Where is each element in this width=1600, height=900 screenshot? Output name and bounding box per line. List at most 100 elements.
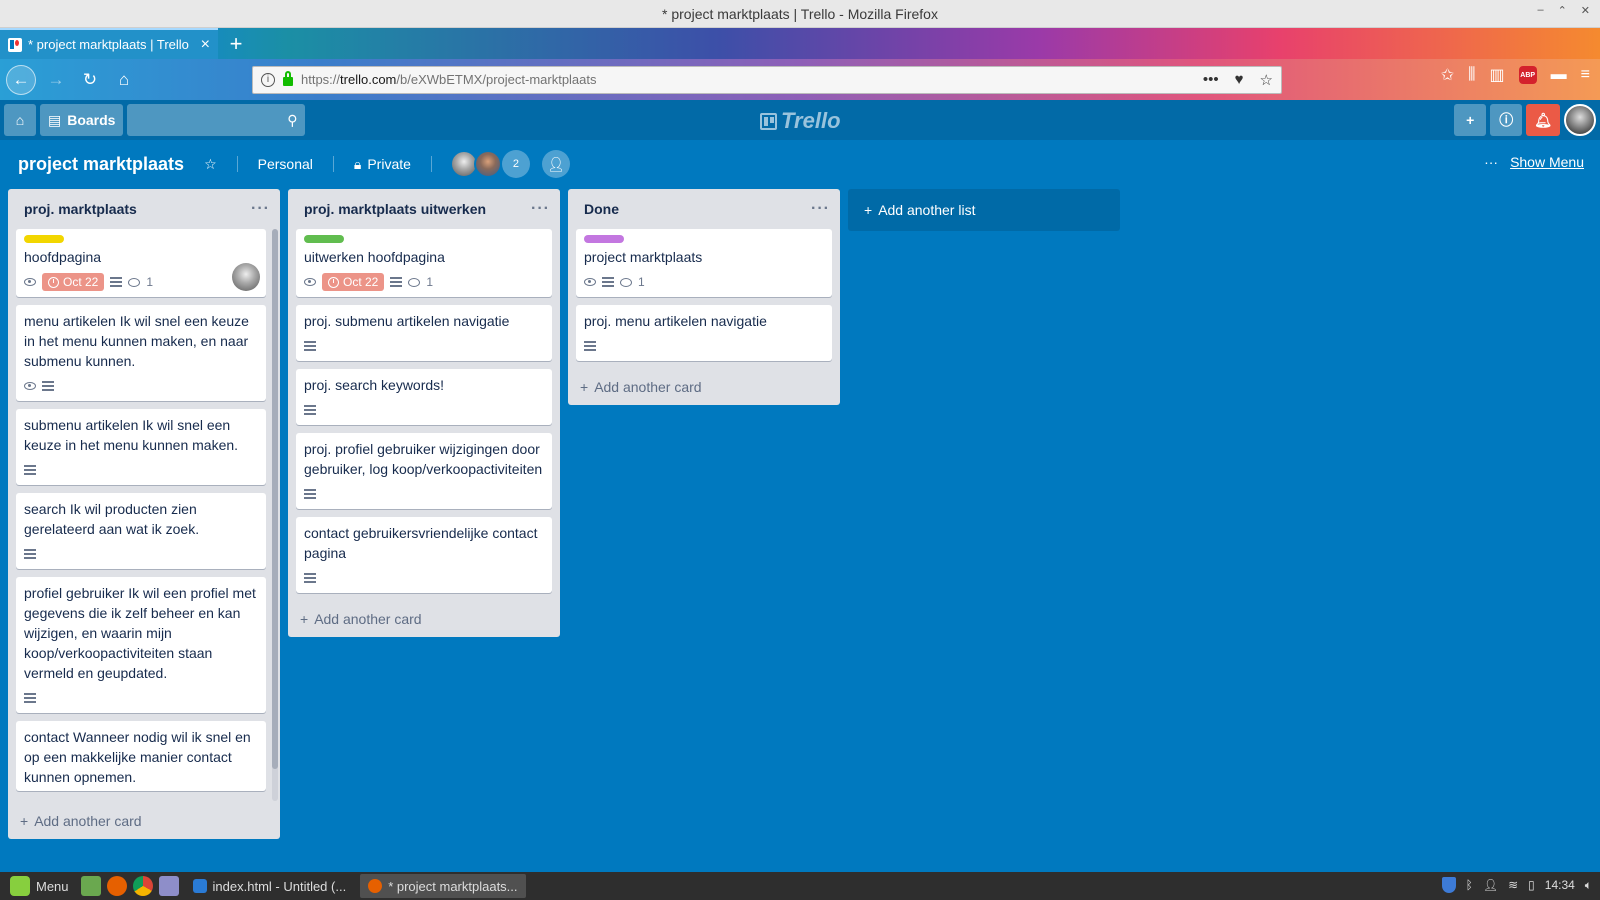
card[interactable]: proj. profiel gebruiker wijzigingen door…	[296, 433, 552, 509]
url-bar-actions: ••• ♥ ☆	[1203, 71, 1273, 89]
shield-icon[interactable]	[1441, 877, 1456, 893]
url-text[interactable]: https://trello.com/b/eXWbETMX/project-ma…	[301, 72, 1195, 87]
due-date-badge[interactable]: Oct 22	[42, 273, 105, 291]
card[interactable]: search Ik wil producten zien gerelateerd…	[16, 493, 266, 569]
files-app-icon[interactable]	[80, 876, 101, 896]
scrollbar-thumb[interactable]	[272, 229, 278, 769]
pocket-icon[interactable]: ♥	[1235, 71, 1244, 89]
user-icon[interactable]: 👤︎	[1483, 878, 1498, 892]
chrome-app-icon[interactable]	[132, 876, 153, 896]
system-tray: ᛒ 👤︎ ≋ ▯ 14:34 🔈︎	[1441, 877, 1592, 893]
card[interactable]: hoofdpagina Oct 22 1	[16, 229, 266, 297]
bookmarks-star-icon[interactable]: ✩	[1441, 65, 1454, 85]
volume-icon[interactable]: 🔈︎	[1585, 878, 1592, 893]
card-title: profiel gebruiker Ik wil een profiel met…	[24, 585, 256, 681]
library-icon[interactable]: ⫼	[1468, 66, 1475, 84]
maximize-icon[interactable]: ⌃	[1558, 4, 1567, 17]
back-arrow-icon[interactable]: ←	[6, 64, 36, 95]
list-title[interactable]: proj. marktplaats uitwerken	[304, 201, 486, 217]
card[interactable]: proj. submenu artikelen navigatie	[296, 305, 552, 361]
card-title: submenu artikelen Ik wil snel een keuze …	[24, 417, 239, 453]
invite-member-button[interactable]: 👤︎	[541, 150, 570, 178]
trello-logo[interactable]: Trello	[760, 108, 841, 134]
taskbar-window-firefox[interactable]: * project marktplaats...	[360, 874, 526, 898]
trello-favicon-icon	[8, 37, 22, 52]
card[interactable]: proj. search keywords!	[296, 369, 552, 425]
page-actions-icon[interactable]: •••	[1203, 71, 1219, 89]
list-menu-icon[interactable]: ···	[251, 200, 270, 218]
board-title[interactable]: project marktplaats	[18, 154, 184, 175]
search-icon[interactable]: ⚲	[287, 112, 297, 129]
taskbar-window-vscode[interactable]: index.html - Untitled (...	[185, 874, 355, 898]
description-icon	[304, 405, 316, 415]
team-button[interactable]: Personal	[250, 149, 321, 179]
due-date-badge[interactable]: Oct 22	[322, 273, 385, 291]
new-tab-button[interactable]: +	[218, 28, 254, 59]
add-card-button[interactable]: + Add another card	[288, 601, 560, 637]
member-count-badge[interactable]: 2	[501, 150, 530, 178]
list-title[interactable]: Done	[584, 201, 619, 217]
hamburger-menu-icon[interactable]: ≡	[1581, 66, 1590, 84]
sidebar-icon[interactable]: ▥	[1490, 65, 1505, 85]
home-icon[interactable]: ⌂	[110, 66, 138, 94]
create-button[interactable]: +	[1454, 104, 1487, 136]
browser-tab[interactable]: * project marktplaats | Trello ×	[0, 28, 218, 59]
search-input[interactable]: ⚲	[127, 104, 306, 136]
notifications-button[interactable]: 🔔︎	[1526, 104, 1560, 136]
card[interactable]: project marktplaats 1	[576, 229, 832, 297]
adblock-plus-icon[interactable]: ABP	[1518, 66, 1537, 84]
add-list-button[interactable]: + Add another list	[848, 189, 1120, 231]
card[interactable]: uitwerken hoofdpagina Oct 22 1	[296, 229, 552, 297]
list-header[interactable]: Done ···	[568, 189, 840, 229]
show-menu-button[interactable]: ··· Show Menu	[1484, 154, 1584, 170]
list-menu-icon[interactable]: ···	[811, 200, 830, 218]
card[interactable]: submenu artikelen Ik wil snel een keuze …	[16, 409, 266, 485]
card[interactable]: menu artikelen Ik wil snel een keuze in …	[16, 305, 266, 401]
card-title: proj. profiel gebruiker wijzigingen door…	[304, 441, 543, 477]
close-window-icon[interactable]: ✕	[1581, 4, 1590, 17]
list-header[interactable]: proj. marktplaats ···	[8, 189, 280, 229]
list-header[interactable]: proj. marktplaats uitwerken ···	[288, 189, 560, 229]
list-scrollbar[interactable]	[272, 229, 278, 801]
user-avatar[interactable]	[1564, 104, 1596, 136]
card[interactable]: contact Wanneer nodig wil ik snel en op …	[16, 721, 266, 791]
window-title: * project marktplaats | Trello - Mozilla…	[662, 5, 938, 22]
start-menu-button[interactable]: Menu	[4, 876, 75, 896]
house-icon: ⌂	[15, 112, 25, 128]
reload-icon[interactable]: ↻	[76, 66, 104, 94]
card[interactable]: proj. menu artikelen navigatie	[576, 305, 832, 361]
visibility-button[interactable]: 🔒︎ Private	[346, 149, 419, 179]
forward-arrow-icon[interactable]: →	[42, 66, 70, 94]
watch-icon	[24, 278, 36, 286]
description-icon	[602, 277, 614, 287]
info-button[interactable]: ⓘ	[1490, 104, 1523, 136]
site-info-icon[interactable]: i	[261, 72, 275, 87]
bluetooth-icon[interactable]: ᛒ	[1466, 878, 1473, 892]
card[interactable]: contact gebruikersvriendelijke contact p…	[296, 517, 552, 593]
extension-icon[interactable]: ▬	[1551, 66, 1567, 84]
minimize-icon[interactable]: –	[1537, 4, 1543, 17]
text-editor-app-icon[interactable]	[158, 876, 179, 896]
board-header: project marktplaats ☆ Personal 🔒︎ Privat…	[0, 140, 1600, 188]
star-board-button[interactable]: ☆	[196, 149, 225, 179]
add-card-button[interactable]: + Add another card	[568, 369, 840, 405]
plus-icon: +	[864, 202, 873, 218]
browser-tab-strip: * project marktplaats | Trello × +	[0, 28, 1600, 59]
bookmark-star-icon[interactable]: ☆	[1260, 71, 1273, 89]
card-member-avatar[interactable]	[232, 263, 260, 291]
clock[interactable]: 14:34	[1545, 878, 1575, 892]
list-menu-icon[interactable]: ···	[531, 200, 550, 218]
battery-icon[interactable]: ▯	[1528, 878, 1535, 892]
tab-close-icon[interactable]: ×	[201, 36, 210, 53]
list-title[interactable]: proj. marktplaats	[24, 201, 137, 217]
boards-button[interactable]: ▤ Boards	[40, 104, 124, 136]
firefox-app-icon[interactable]	[106, 876, 127, 896]
url-bar[interactable]: i https://trello.com/b/eXWbETMX/project-…	[252, 65, 1282, 94]
member-avatar[interactable]	[473, 150, 502, 178]
home-button[interactable]: ⌂	[4, 104, 36, 136]
plus-icon: +	[1466, 112, 1475, 128]
card[interactable]: profiel gebruiker Ik wil een profiel met…	[16, 577, 266, 713]
plus-icon: +	[300, 611, 309, 627]
add-card-button[interactable]: + Add another card	[8, 803, 280, 839]
wifi-icon[interactable]: ≋	[1508, 878, 1518, 892]
